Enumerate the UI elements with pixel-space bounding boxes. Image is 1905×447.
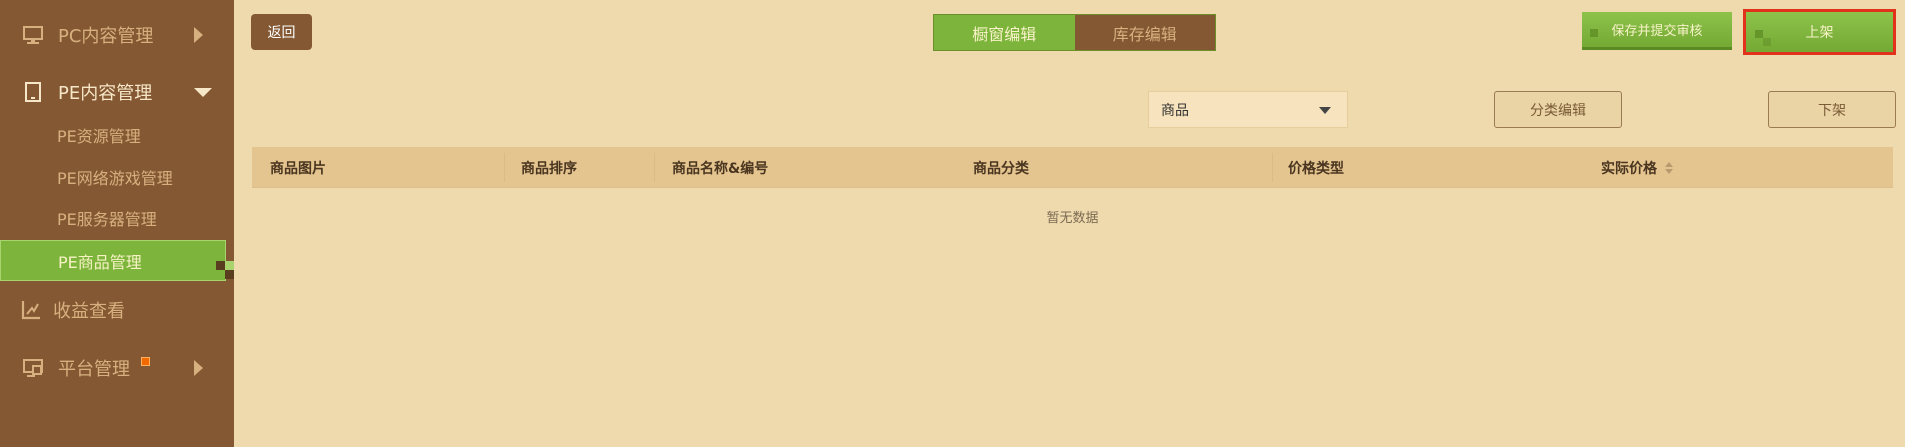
column-header: 商品名称&编号 — [672, 160, 769, 177]
main-content: 返回 橱窗编辑 库存编辑 保存并提交审核 上架 商品 分类编辑 下架 商品图片 … — [234, 0, 1905, 447]
monitor-icon — [23, 26, 43, 44]
platform-icon — [23, 359, 43, 377]
pixel-decoration — [1763, 38, 1771, 46]
edit-mode-tabs: 橱窗编辑 库存编辑 — [933, 14, 1216, 51]
column-header: 商品分类 — [973, 160, 1029, 177]
column-divider — [1272, 153, 1273, 182]
table-header: 商品图片 商品排序 商品名称&编号 商品分类 价格类型 实际价格 — [252, 147, 1893, 188]
sidebar-item-label: PE内容管理 — [58, 83, 153, 104]
sidebar-item-label: PC内容管理 — [58, 26, 154, 47]
tablet-icon — [25, 82, 41, 102]
tab-inventory-edit[interactable]: 库存编辑 — [1074, 15, 1215, 50]
column-header: 商品图片 — [270, 160, 326, 177]
sidebar-item-label: PE资源管理 — [57, 127, 141, 146]
sidebar-item-label: PE服务器管理 — [57, 210, 157, 229]
column-header: 商品排序 — [521, 160, 577, 177]
chevron-right-icon — [194, 360, 203, 376]
sidebar-item-pe-servers[interactable]: PE服务器管理 — [0, 198, 234, 238]
notification-badge — [141, 357, 150, 366]
sidebar-item-platform[interactable]: 平台管理 — [0, 346, 234, 390]
sidebar-item-pe-products[interactable]: PE商品管理 — [0, 240, 234, 281]
sidebar-item-label: PE网络游戏管理 — [57, 169, 173, 188]
pixel-decoration — [1590, 29, 1598, 37]
type-select-value: 商品 — [1161, 102, 1189, 119]
chevron-down-icon — [194, 87, 212, 97]
sort-icon[interactable] — [1665, 161, 1673, 174]
save-and-submit-button[interactable]: 保存并提交审核 — [1582, 12, 1732, 50]
sidebar: PC内容管理 PE内容管理 PE资源管理 PE网络游戏管理 PE服务器管理 PE… — [0, 0, 234, 447]
category-edit-button[interactable]: 分类编辑 — [1494, 91, 1622, 128]
sidebar-item-pe-resources[interactable]: PE资源管理 — [0, 115, 234, 155]
publish-button[interactable]: 上架 — [1743, 9, 1896, 55]
sidebar-item-label: 收益查看 — [53, 301, 125, 322]
chevron-down-icon — [1319, 107, 1331, 114]
back-button[interactable]: 返回 — [251, 14, 312, 50]
sidebar-item-earnings[interactable]: 收益查看 — [0, 288, 234, 332]
chevron-right-icon — [194, 27, 203, 43]
type-select[interactable]: 商品 — [1148, 91, 1348, 128]
unpublish-button[interactable]: 下架 — [1768, 91, 1896, 128]
pixel-decoration — [1755, 30, 1763, 38]
publish-label: 上架 — [1805, 25, 1834, 41]
sidebar-item-pc-content[interactable]: PC内容管理 — [0, 13, 234, 57]
tab-showcase-edit[interactable]: 橱窗编辑 — [934, 15, 1075, 50]
column-header-label: 实际价格 — [1601, 160, 1657, 177]
column-header: 价格类型 — [1288, 160, 1344, 177]
column-divider — [504, 153, 505, 182]
column-divider — [654, 153, 655, 182]
save-and-submit-label: 保存并提交审核 — [1611, 24, 1703, 39]
chart-icon — [21, 301, 40, 320]
products-table: 商品图片 商品排序 商品名称&编号 商品分类 价格类型 实际价格 暂无数据 — [252, 147, 1893, 226]
sidebar-item-label: 平台管理 — [58, 359, 130, 380]
active-indicator — [216, 261, 234, 279]
sidebar-item-pe-content[interactable]: PE内容管理 — [0, 70, 234, 114]
sidebar-item-label: PE商品管理 — [58, 252, 142, 272]
column-header-sortable[interactable]: 实际价格 — [1601, 147, 1673, 188]
sidebar-item-pe-online-games[interactable]: PE网络游戏管理 — [0, 157, 234, 197]
empty-state-text: 暂无数据 — [1046, 211, 1099, 226]
